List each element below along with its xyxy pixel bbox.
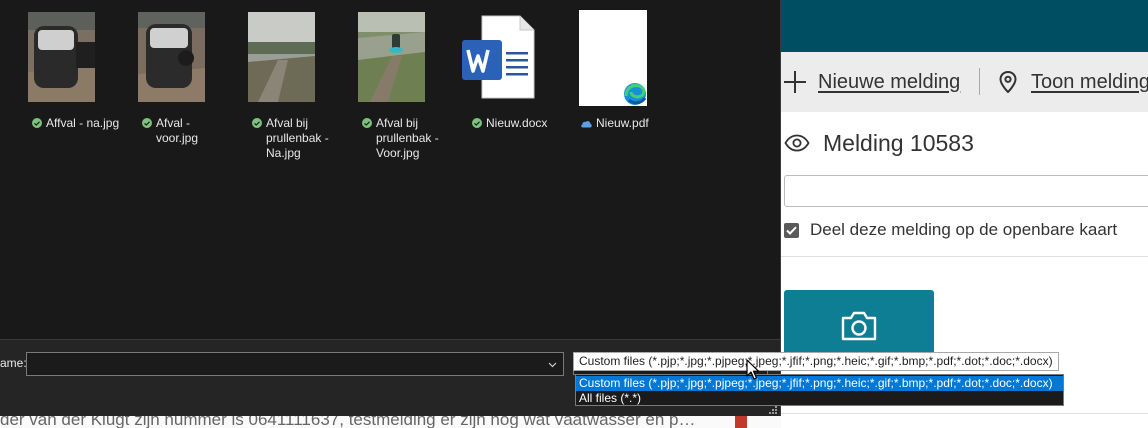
file-type-option-custom[interactable]: Custom files (*.pjp;*.jpg;*.pjpeg;*.jpeg… [576,376,1063,391]
share-checkbox-label: Deel deze melding op de openbare kaart [810,220,1118,239]
sync-ok-icon [142,118,152,128]
mouse-cursor-icon [746,359,760,380]
new-report-link[interactable]: Nieuwe melding [784,52,960,112]
checkmark-icon [786,226,797,235]
sync-ok-icon [472,118,482,128]
site-header [781,0,1148,52]
map-pin-icon [999,71,1017,93]
sync-ok-icon [362,118,372,128]
section-divider [781,256,1148,257]
section-divider [781,413,1148,414]
description-field[interactable] [784,175,1148,207]
image-thumbnail [138,12,205,102]
show-reports-link[interactable]: Toon melding [999,52,1148,112]
file-type-dropdown[interactable]: Custom files (*.pjp;*.jpg;*.pjpeg;*.jpeg… [575,374,1064,406]
file-name: Afval - voor.jpg [142,116,234,146]
show-reports-label: Toon melding [1031,70,1148,93]
file-name-label: ame: [0,356,27,370]
pdf-document-icon [579,10,647,106]
report-title-row: Melding 10583 [784,127,974,159]
chevron-down-icon[interactable] [548,360,557,369]
sync-ok-icon [32,118,42,128]
page-title: Melding 10583 [823,129,974,156]
file-type-option-all[interactable]: All files (*.*) [576,391,1063,406]
new-report-label: Nieuwe melding [818,70,961,93]
image-thumbnail [358,12,425,102]
red-marker [735,416,747,428]
file-name: Afval bij prullenbak - Na.jpg [252,116,344,161]
cloud-icon [581,121,592,128]
plus-icon [784,71,806,93]
resize-grip-icon[interactable] [769,406,778,415]
action-divider [979,68,980,95]
share-option[interactable]: Deel deze melding op de openbare kaart [784,220,1117,240]
eye-icon [784,134,810,152]
image-thumbnail [28,12,95,102]
file-name: Nieuw.pdf [581,116,674,131]
file-name: Afval bij prullenbak - Voor.jpg [362,116,454,161]
file-name: Affval - na.jpg [32,116,124,131]
action-bar: Nieuwe melding Toon melding [781,52,1148,112]
file-type-tooltip: Custom files (*.pjp;*.jpg;*.pjpeg;*.jpeg… [573,352,1059,371]
camera-icon [841,311,877,341]
word-document-icon [462,15,535,99]
image-thumbnail [248,12,315,102]
sync-ok-icon [252,118,262,128]
file-list[interactable]: Affval - na.jpg Afval - voor.jpg Afval b… [0,0,780,339]
share-checkbox[interactable] [784,222,799,238]
file-name: Nieuw.docx [472,116,564,131]
file-name-input[interactable] [26,352,564,376]
